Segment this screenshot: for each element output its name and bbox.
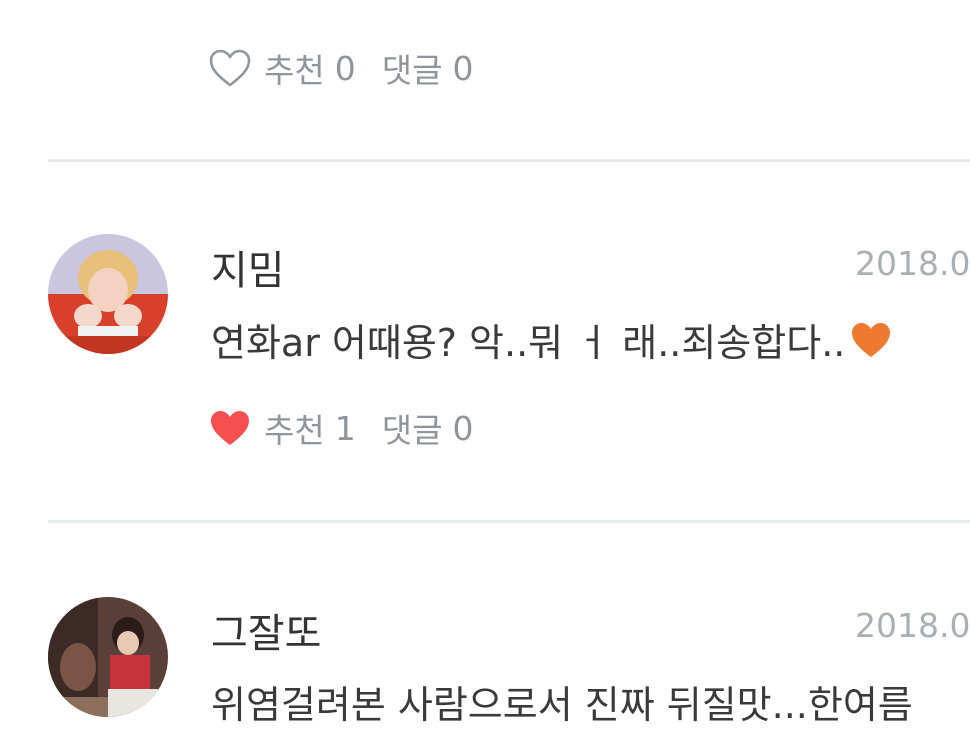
heart-outline-icon[interactable]	[208, 48, 252, 88]
comment-actions: 추천 1 댓글 0	[208, 404, 473, 452]
comment-text: 위염걸려본 사람으로서 진짜 뒤질맛...한여름	[211, 683, 913, 727]
more-icon[interactable]: ⋮	[962, 406, 970, 439]
comment-divider	[48, 520, 970, 523]
comment-divider	[48, 159, 970, 162]
reply-label[interactable]: 댓글	[382, 404, 443, 452]
comment-text: 연화ar 어때용? 악..뭐 ㅓ 래..죄송합다..	[211, 312, 893, 367]
avatar[interactable]	[48, 234, 168, 354]
like-count: 0	[334, 48, 356, 88]
like-label[interactable]: 추천	[264, 404, 325, 452]
avatar[interactable]	[48, 597, 168, 717]
reply-count: 0	[452, 48, 474, 88]
more-icon[interactable]: ⋮	[962, 46, 970, 79]
orange-heart-icon	[849, 320, 893, 360]
like-label[interactable]: 추천	[264, 44, 325, 92]
heart-filled-icon[interactable]	[208, 408, 252, 448]
comment-author[interactable]: 그잘또	[211, 601, 321, 659]
comment-author[interactable]: 지밈	[211, 238, 285, 296]
reply-label[interactable]: 댓글	[382, 44, 443, 92]
prev-comment-actions: 추천 0 댓글 0	[208, 44, 473, 92]
comment-text-body: 연화ar 어때용? 악..뭐 ㅓ 래..죄송합다..	[211, 321, 846, 365]
like-count: 1	[334, 408, 356, 448]
reply-count: 0	[452, 408, 474, 448]
comment-date: 2018.05	[855, 606, 970, 645]
comment-date: 2018.05	[855, 244, 970, 283]
